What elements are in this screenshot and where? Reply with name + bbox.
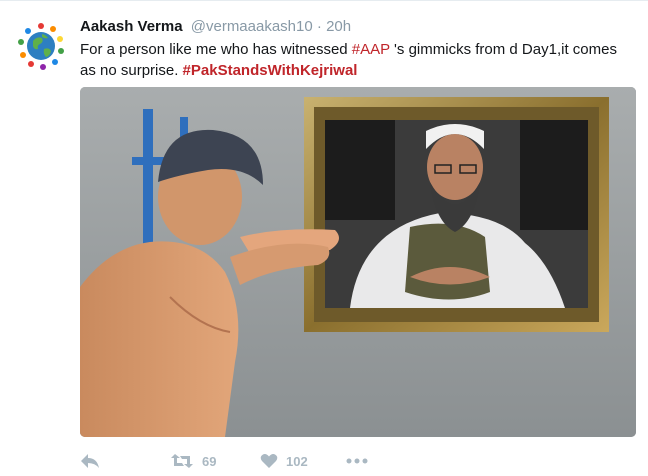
tweet-actions: 69 102 [80,450,480,472]
tweet-photo[interactable] [80,87,636,437]
like-count: 102 [286,453,308,469]
tweet-text: For a person like me who has witnessed #… [80,39,625,81]
like-button[interactable]: 102 [260,450,308,472]
heart-icon [260,454,278,468]
globe-people-avatar-icon [16,21,66,71]
avatar[interactable] [16,21,66,71]
reply-icon [81,454,99,468]
separator-dot: · [316,18,322,35]
retweet-count: 69 [202,453,217,469]
reply-button[interactable] [80,450,100,472]
tweet-header: Aakash Verma @vermaaakash10 · 20h [80,18,351,36]
hashtag-aap[interactable]: #AAP [352,41,390,58]
tweet-card: Aakash Verma @vermaaakash10 · 20h For a … [0,0,648,476]
hashtag-pakstandswithkejriwal[interactable]: #PakStandsWithKejriwal [183,62,358,79]
author-handle[interactable]: @vermaaakash10 [191,18,313,35]
photo-collage-image [80,87,636,437]
retweet-button[interactable]: 69 [170,450,216,472]
timestamp[interactable]: 20h [326,18,351,35]
author-name[interactable]: Aakash Verma [80,18,183,35]
more-icon [346,458,368,464]
retweet-icon [171,454,193,468]
more-button[interactable] [346,450,368,472]
tweet-text-start: For a person like me who has witnessed [80,41,352,58]
